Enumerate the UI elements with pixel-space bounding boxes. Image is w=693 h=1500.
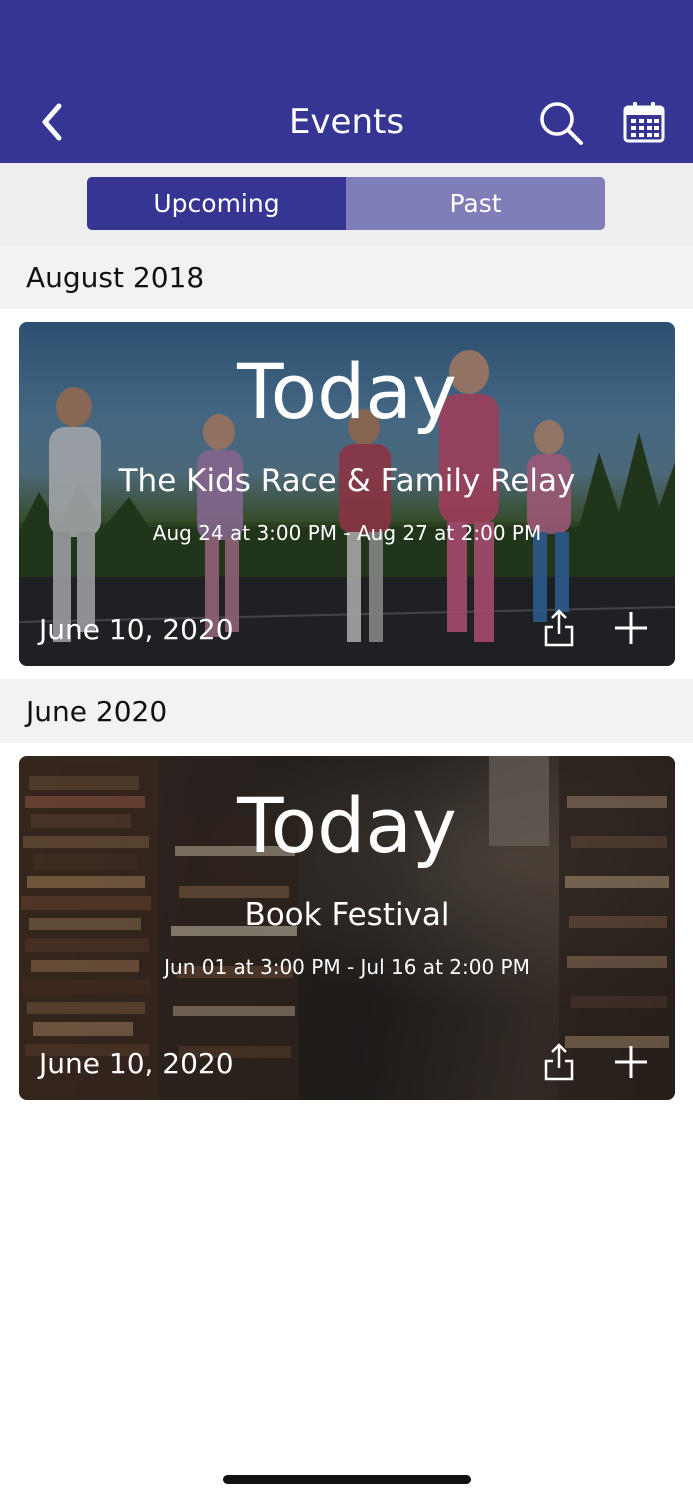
- events-screen: Events Upcoming Past August 2018 Today T…: [0, 0, 693, 1500]
- event-title: Book Festival: [244, 897, 450, 933]
- tab-past[interactable]: Past: [346, 177, 605, 230]
- home-indicator[interactable]: [223, 1475, 471, 1484]
- event-relative-day: Today: [237, 347, 457, 436]
- top-app-bar: Events: [0, 0, 693, 163]
- share-icon: [544, 1043, 574, 1081]
- event-card-book-festival[interactable]: Today Book Festival Jun 01 at 3:00 PM - …: [19, 756, 675, 1100]
- tab-upcoming[interactable]: Upcoming: [87, 177, 346, 230]
- plus-icon: [615, 612, 647, 644]
- add-to-calendar-button[interactable]: [609, 1040, 653, 1084]
- section-header-august-2018: August 2018: [0, 245, 693, 309]
- plus-icon: [615, 1046, 647, 1078]
- search-icon: [540, 102, 583, 145]
- share-icon: [544, 609, 574, 647]
- event-card-kids-race[interactable]: Today The Kids Race & Family Relay Aug 2…: [19, 322, 675, 666]
- event-title: The Kids Race & Family Relay: [118, 463, 576, 499]
- calendar-button[interactable]: [620, 98, 668, 146]
- events-segmented-control: Upcoming Past: [87, 177, 605, 230]
- share-button[interactable]: [541, 1040, 577, 1084]
- section-header-june-2020: June 2020: [0, 679, 693, 743]
- event-time-range: Aug 24 at 3:00 PM - Aug 27 at 2:00 PM: [152, 521, 542, 545]
- event-date: June 10, 2020: [39, 613, 234, 646]
- page-title: Events: [288, 102, 405, 142]
- event-time-range: Jun 01 at 3:00 PM - Jul 16 at 2:00 PM: [164, 955, 530, 979]
- share-button[interactable]: [541, 606, 577, 650]
- search-button[interactable]: [536, 98, 586, 148]
- calendar-icon: [623, 102, 665, 143]
- event-relative-day: Today: [237, 781, 457, 870]
- add-to-calendar-button[interactable]: [609, 606, 653, 650]
- event-date: June 10, 2020: [39, 1047, 234, 1080]
- tab-bar-container: Upcoming Past: [0, 163, 693, 245]
